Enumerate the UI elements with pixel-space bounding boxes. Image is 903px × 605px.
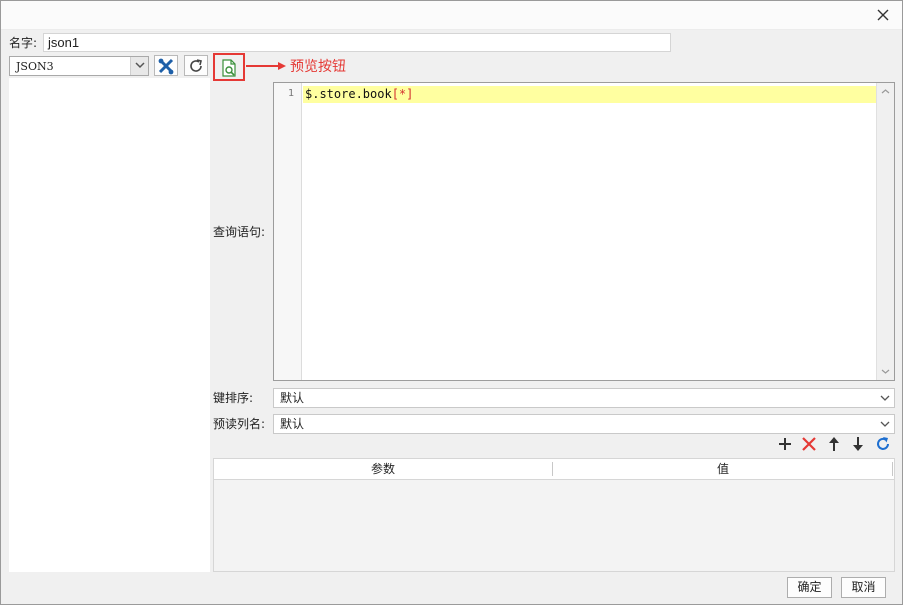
scroll-up-icon[interactable] [877,83,894,100]
line-number: 1 [287,88,294,99]
tools-icon [158,58,174,75]
refresh-icon [190,59,202,72]
column-header-value[interactable]: 值 [553,459,893,479]
preread-value: 默认 [280,417,305,431]
params-table-header: 参数 值 [214,459,894,480]
preread-label: 预读列名: [213,417,266,431]
datasource-value: JSON3 [16,60,54,73]
key-sort-label: 键排序: [213,391,254,405]
query-code-path: $.store.book [305,87,392,101]
refresh-button[interactable] [184,55,208,76]
column-divider[interactable] [892,462,893,476]
editor-scrollbar[interactable] [876,83,894,380]
key-sort-select[interactable]: 默认 [273,388,895,408]
field-tree-panel[interactable] [9,78,210,572]
title-bar [1,1,902,30]
params-table[interactable]: 参数 值 [213,458,895,572]
delete-icon[interactable] [800,435,818,453]
query-code-bracket: [*] [391,87,414,101]
chevron-down-icon[interactable] [876,389,894,407]
column-header-param[interactable]: 参数 [214,459,552,479]
name-input[interactable]: json1 [43,33,671,52]
ok-button[interactable]: 确定 [787,577,832,598]
refresh-icon[interactable] [874,435,892,453]
preview-document-icon [222,59,236,77]
edit-datasource-button[interactable] [154,55,178,76]
name-label: 名字: [9,36,38,50]
annotation-arrow-icon [246,62,286,70]
close-icon[interactable] [875,7,891,23]
chevron-down-icon[interactable] [876,415,894,433]
scroll-down-icon[interactable] [877,363,894,380]
datasource-select[interactable]: JSON3 [9,56,149,76]
dialog-window: 名字: json1 JSON3 预览按钮 查询语句: 1 $.store.boo… [0,0,903,605]
query-label: 查询语句: [213,225,266,239]
preview-button[interactable] [217,57,241,78]
move-up-icon[interactable] [825,435,843,453]
preread-select[interactable]: 默认 [273,414,895,434]
move-down-icon[interactable] [849,435,867,453]
cancel-button[interactable]: 取消 [841,577,886,598]
editor-gutter: 1 [274,83,302,380]
key-sort-value: 默认 [280,391,305,405]
annotation-text: 预览按钮 [290,59,346,75]
query-code[interactable]: $.store.book[*] [305,86,413,103]
query-editor[interactable]: 1 $.store.book[*] [273,82,895,381]
chevron-down-icon[interactable] [130,57,148,75]
add-icon[interactable] [776,435,794,453]
